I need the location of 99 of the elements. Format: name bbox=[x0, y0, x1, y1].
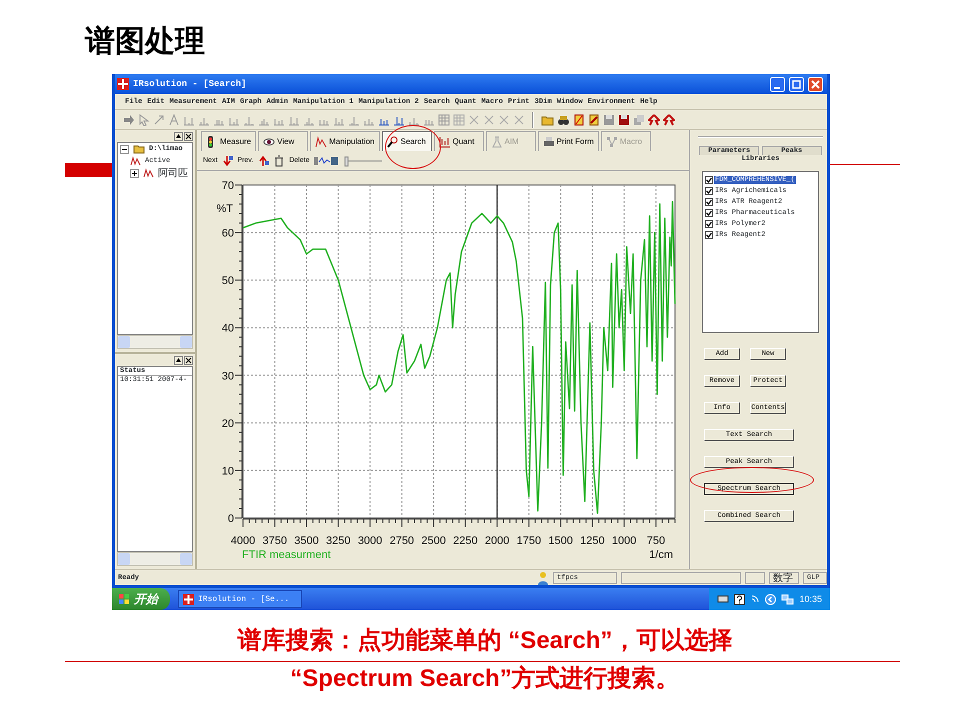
expand-icon[interactable] bbox=[130, 168, 139, 178]
cross-icon[interactable] bbox=[513, 114, 525, 126]
axis-tick-label: 3000 bbox=[358, 535, 382, 547]
nodes-icon bbox=[606, 136, 618, 148]
spectrum-icon bbox=[130, 156, 141, 166]
pointer-icon[interactable] bbox=[138, 114, 150, 126]
magnifier-icon bbox=[386, 136, 398, 148]
pencil-icon[interactable] bbox=[588, 114, 600, 126]
caption-text: “Spectrum Search”方式进行搜索。 bbox=[289, 664, 681, 694]
trash-icon bbox=[273, 154, 286, 167]
app-logo-icon bbox=[183, 594, 194, 604]
horizontal-scrollbar[interactable] bbox=[117, 552, 193, 566]
axis-tick-label: 1000 bbox=[612, 535, 636, 547]
cross-icon[interactable] bbox=[468, 114, 480, 126]
axis-tick-label: 4000 bbox=[230, 535, 256, 547]
up-arrow-icon bbox=[257, 154, 270, 167]
tab[interactable]: Manipulation bbox=[310, 131, 380, 152]
axis-tick-label: 40 bbox=[222, 322, 234, 335]
spectrum-icon bbox=[315, 136, 328, 148]
close-icon[interactable] bbox=[184, 356, 193, 364]
help-icon[interactable] bbox=[734, 594, 746, 604]
cursor-line[interactable] bbox=[496, 185, 498, 518]
axis-tick-label: 3750 bbox=[262, 535, 287, 547]
cross-icon[interactable] bbox=[498, 114, 510, 126]
flask-icon bbox=[490, 136, 502, 148]
axis-tick-label: 10 bbox=[222, 465, 234, 478]
letter-icon[interactable] bbox=[168, 114, 180, 126]
chevron-icon[interactable] bbox=[765, 594, 776, 604]
figure-icon[interactable] bbox=[663, 114, 675, 126]
cross-icon[interactable] bbox=[483, 114, 495, 126]
tab[interactable]: View bbox=[258, 131, 308, 152]
horizontal-scrollbar[interactable] bbox=[117, 335, 193, 349]
axis-tick-label: 20 bbox=[222, 418, 234, 430]
decoration-bar bbox=[65, 163, 112, 177]
tree-item[interactable]: 阿司匹 bbox=[158, 166, 188, 180]
tab[interactable]: Quant bbox=[434, 131, 484, 152]
tab[interactable]: Measure bbox=[201, 131, 256, 152]
axis-tick-label: 2500 bbox=[421, 535, 446, 547]
down-arrow-icon bbox=[221, 154, 234, 167]
eye-icon bbox=[263, 136, 276, 148]
close-icon[interactable] bbox=[184, 132, 193, 140]
axis-tick-label: 50 bbox=[222, 275, 234, 288]
checkbox[interactable] bbox=[705, 198, 713, 206]
axis-tick-label: 2250 bbox=[453, 535, 478, 547]
axis-tick-label: 3250 bbox=[326, 535, 351, 547]
checkbox[interactable] bbox=[705, 230, 713, 238]
legend-label: FTIR measurment bbox=[242, 549, 331, 561]
axis-tick-label: 2000 bbox=[484, 535, 510, 547]
grid-icon[interactable] bbox=[453, 114, 465, 126]
axis-tick-label: 30 bbox=[222, 370, 234, 382]
window-title: IRsolution - [Search] bbox=[133, 79, 246, 89]
spectrum-export-icon[interactable] bbox=[313, 154, 340, 167]
app-logo-icon bbox=[117, 78, 129, 90]
keyboard-icon[interactable] bbox=[717, 594, 730, 604]
axis-tick-label: 750 bbox=[646, 535, 666, 547]
clock: 10:35 bbox=[799, 594, 822, 604]
collapse-icon[interactable] bbox=[120, 144, 129, 154]
spectrum-icon bbox=[143, 168, 154, 178]
pin-icon[interactable] bbox=[174, 356, 183, 364]
arrow-icon[interactable] bbox=[123, 114, 135, 126]
chart-icon bbox=[438, 136, 450, 148]
grid-icon[interactable] bbox=[438, 114, 450, 126]
axis-label: 1/cm bbox=[649, 549, 673, 561]
document-icon[interactable] bbox=[573, 114, 585, 126]
axis-tick-label: 1750 bbox=[516, 535, 542, 547]
minimize-icon[interactable] bbox=[770, 76, 785, 92]
save-icon[interactable] bbox=[618, 114, 630, 126]
checkbox[interactable] bbox=[705, 220, 713, 228]
axis-tick-label: 1250 bbox=[580, 535, 605, 547]
status-field bbox=[745, 572, 765, 584]
printer-icon bbox=[542, 136, 554, 148]
folder-icon bbox=[133, 144, 145, 154]
taskbar-button[interactable]: IRsolution - [Se... bbox=[178, 590, 302, 608]
person-icon bbox=[537, 570, 549, 584]
binoculars-icon[interactable] bbox=[557, 114, 570, 126]
pin-icon[interactable] bbox=[174, 132, 183, 140]
tab[interactable]: Search bbox=[382, 131, 432, 152]
axis-tick-label: 3500 bbox=[294, 535, 319, 547]
network-icon[interactable] bbox=[781, 594, 794, 604]
axis-tick-label: 70 bbox=[222, 180, 234, 192]
axis-tick-label: 60 bbox=[222, 228, 234, 240]
axis-label: %T bbox=[216, 203, 233, 215]
axis-tick-label: 0 bbox=[228, 513, 234, 525]
status-indicator: 数字 bbox=[769, 572, 799, 584]
axis-tick-label: 2750 bbox=[390, 535, 414, 547]
axis-tick-label: 1500 bbox=[548, 535, 573, 547]
caption-text: 谱库搜索：点功能菜单的 “Search”，可以选择 bbox=[236, 626, 734, 656]
checkbox[interactable] bbox=[705, 208, 713, 216]
slider-icon[interactable] bbox=[343, 154, 384, 167]
wifi-icon[interactable] bbox=[750, 594, 760, 604]
folder-icon[interactable] bbox=[541, 114, 554, 126]
maximize-icon[interactable] bbox=[789, 76, 804, 92]
checkbox[interactable] bbox=[705, 176, 713, 184]
start-button[interactable]: 开始 bbox=[112, 588, 170, 610]
checkbox[interactable] bbox=[705, 186, 713, 194]
figure-icon[interactable] bbox=[648, 114, 660, 126]
windows-logo-icon bbox=[118, 593, 130, 605]
tab[interactable]: Print Form bbox=[538, 131, 599, 152]
slide-title: 谱图处理 bbox=[84, 24, 206, 60]
